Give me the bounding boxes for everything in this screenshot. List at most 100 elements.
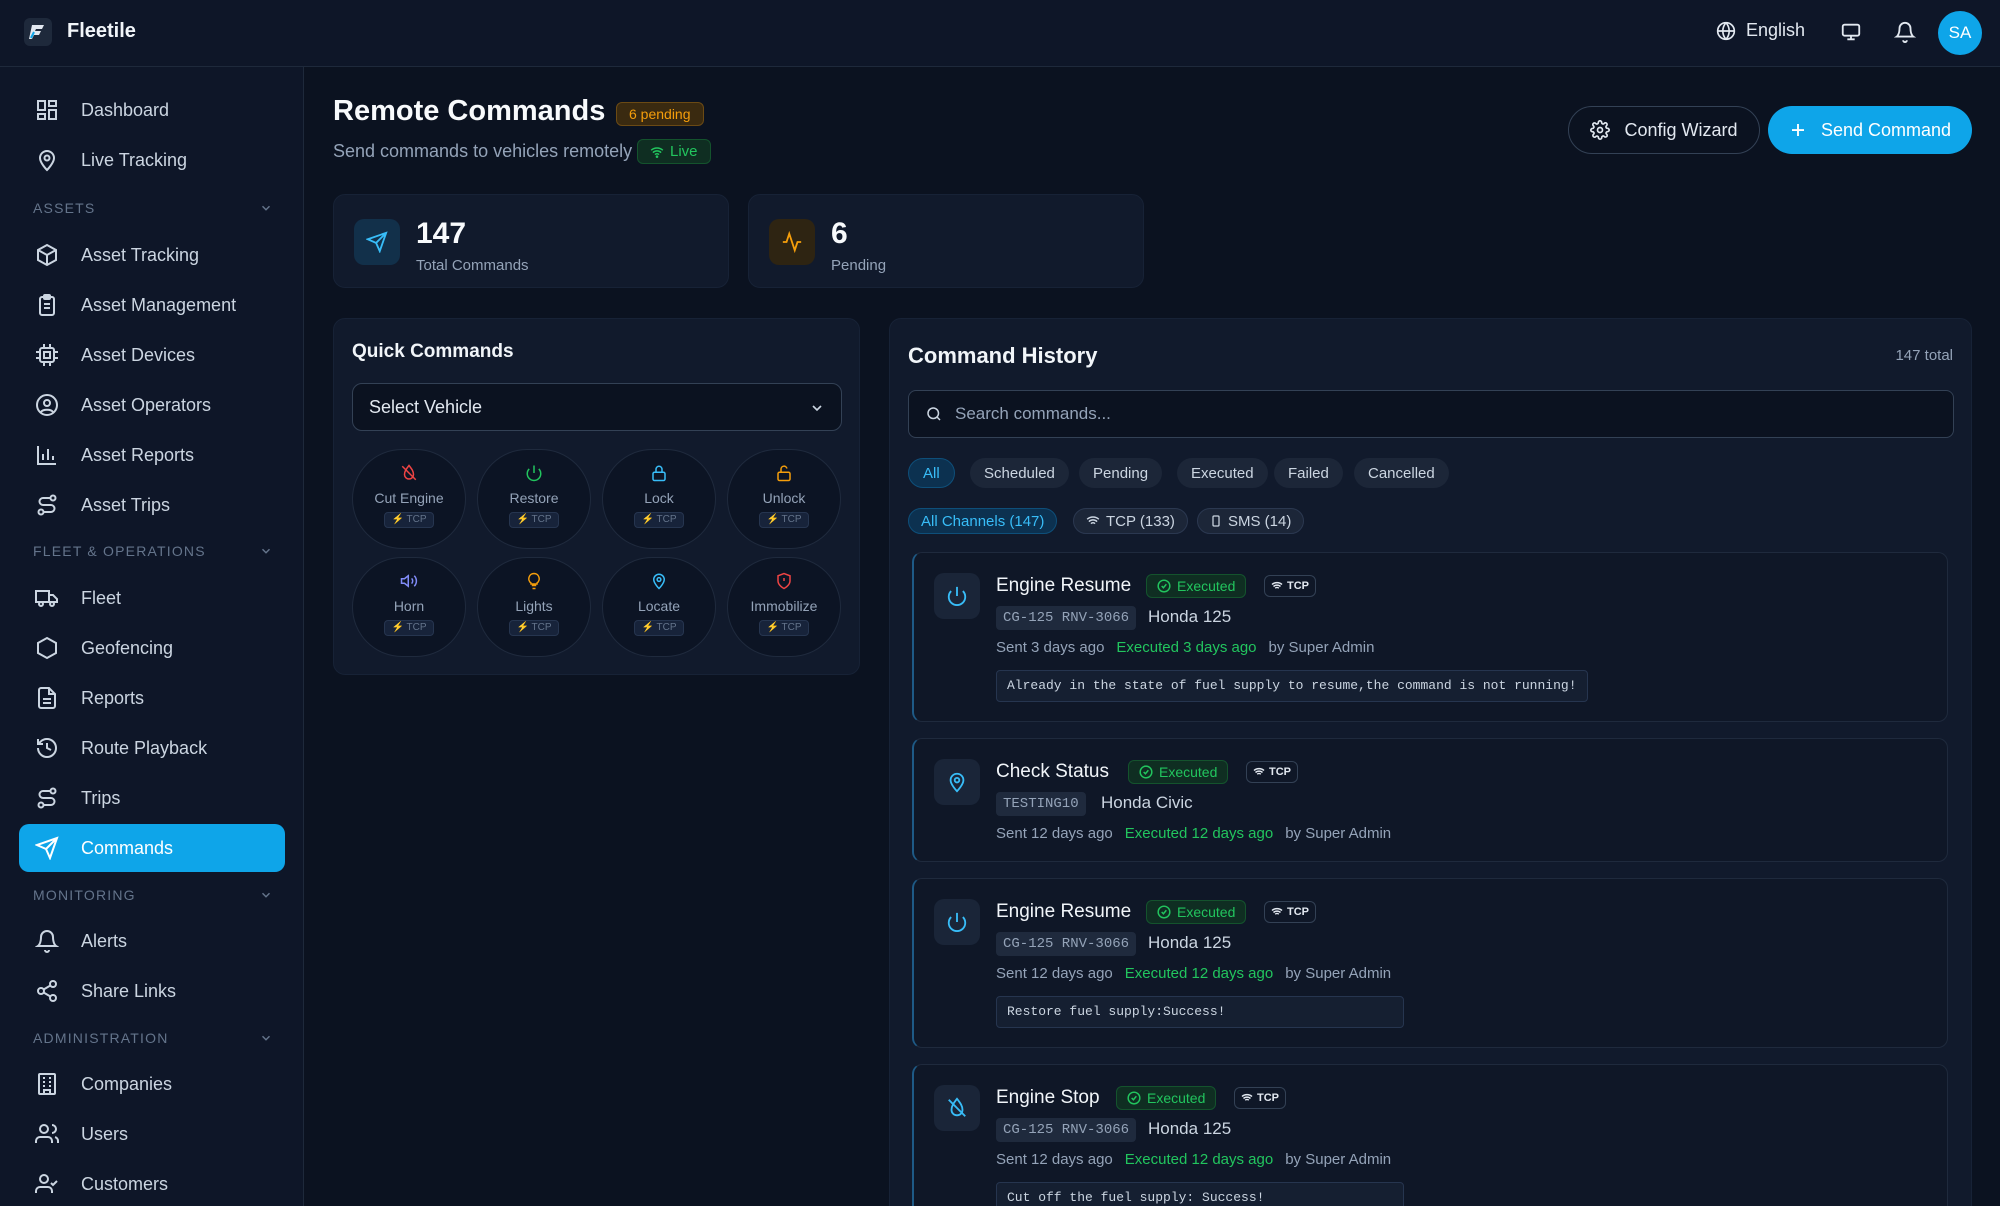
channel-label: TCP (133) — [1106, 512, 1175, 530]
sidebar-item-label: Live Tracking — [81, 149, 188, 170]
sidebar-item-geofencing[interactable]: Geofencing — [19, 624, 285, 672]
command-card[interactable]: Engine Resume Executed TCP CG-125 RNV-30… — [912, 552, 1948, 722]
package-icon — [33, 241, 61, 269]
plate-number: CG-125 RNV-3066 — [996, 932, 1137, 956]
stat-total-commands: 147 Total Commands — [333, 194, 729, 288]
protocol-badge: TCP — [1264, 901, 1316, 923]
vehicle-select[interactable]: Select Vehicle — [352, 383, 842, 431]
config-wizard-button[interactable]: Config Wizard — [1568, 106, 1760, 154]
quick-lock-button[interactable]: Lock ⚡ TCP — [602, 449, 716, 549]
command-card[interactable]: Check Status Executed TCP TESTING10 Hond… — [912, 738, 1948, 862]
protocol-tag: ⚡ TCP — [509, 620, 559, 636]
sidebar-item-label: Alerts — [81, 930, 128, 951]
sidebar-item-route-playback[interactable]: Route Playback — [19, 724, 285, 772]
section-title: ADMINISTRATION — [33, 1030, 169, 1046]
command-title: Engine Resume — [996, 901, 1132, 922]
chevron-down-icon — [259, 1031, 273, 1045]
section-fleet-operations[interactable]: FLEET & OPERATIONS — [33, 543, 273, 559]
filter-failed[interactable]: Failed — [1274, 458, 1343, 488]
search-input[interactable] — [955, 404, 1915, 424]
sidebar-item-asset-operators[interactable]: Asset Operators — [19, 381, 285, 429]
quick-locate-button[interactable]: Locate ⚡ TCP — [602, 557, 716, 657]
status-label: Executed — [1177, 578, 1236, 594]
sidebar-item-fleet[interactable]: Fleet — [19, 574, 285, 622]
sidebar-item-label: Customers — [81, 1173, 169, 1194]
command-title: Check Status — [996, 761, 1109, 782]
channel-tcp[interactable]: TCP (133) — [1073, 508, 1188, 534]
sidebar-item-companies[interactable]: Companies — [19, 1060, 285, 1108]
quick-unlock-button[interactable]: Unlock ⚡ TCP — [727, 449, 841, 549]
sidebar: Dashboard Live Tracking ASSETS Asset Tra… — [0, 67, 304, 1206]
sent-by: by Super Admin — [1285, 1151, 1392, 1168]
filter-scheduled[interactable]: Scheduled — [970, 458, 1069, 488]
filter-executed[interactable]: Executed — [1177, 458, 1268, 488]
language-label: English — [1746, 20, 1806, 40]
sidebar-item-asset-devices[interactable]: Asset Devices — [19, 331, 285, 379]
command-title: Engine Stop — [996, 1087, 1100, 1108]
live-label: Live — [670, 143, 698, 160]
building-icon — [33, 1070, 61, 1098]
sent-by: by Super Admin — [1268, 639, 1375, 656]
sidebar-item-asset-trips[interactable]: Asset Trips — [19, 481, 285, 529]
search-bar[interactable] — [908, 390, 1954, 438]
send-command-button[interactable]: Send Command — [1768, 106, 1972, 154]
command-card[interactable]: Engine Resume Executed TCP CG-125 RNV-30… — [912, 878, 1948, 1048]
avatar[interactable]: SA — [1938, 11, 1982, 55]
vehicle-name: Honda Civic — [1101, 793, 1193, 812]
filter-all[interactable]: All — [908, 458, 955, 488]
sidebar-item-asset-tracking[interactable]: Asset Tracking — [19, 231, 285, 279]
vehicle-name: Honda 125 — [1148, 1119, 1232, 1138]
filter-pending[interactable]: Pending — [1079, 458, 1163, 488]
language-selector[interactable]: English — [1716, 20, 1805, 41]
sidebar-item-asset-management[interactable]: Asset Management — [19, 281, 285, 329]
protocol-badge: TCP — [1234, 1087, 1286, 1109]
command-card[interactable]: Engine Stop Executed TCP CG-125 RNV-3066… — [912, 1064, 1948, 1206]
monitor-icon[interactable] — [1840, 21, 1864, 45]
sidebar-item-users[interactable]: Users — [19, 1110, 285, 1158]
quick-cut-engine-button[interactable]: Cut Engine ⚡ TCP — [352, 449, 466, 549]
sidebar-item-commands[interactable]: Commands — [19, 824, 285, 872]
status-badge: Executed — [1146, 900, 1247, 924]
wifi-icon — [1271, 906, 1283, 918]
sidebar-item-live-tracking[interactable]: Live Tracking — [19, 136, 285, 184]
unlock-icon — [775, 464, 793, 482]
chevron-down-icon — [259, 544, 273, 558]
sidebar-item-share-links[interactable]: Share Links — [19, 967, 285, 1015]
quick-command-label: Lights — [515, 598, 553, 614]
lightbulb-icon — [525, 572, 543, 590]
fleetile-logo[interactable] — [24, 18, 52, 46]
sidebar-item-reports[interactable]: Reports — [19, 674, 285, 722]
quick-command-label: Lock — [644, 490, 674, 506]
lock-icon — [650, 464, 668, 482]
sidebar-item-asset-reports[interactable]: Asset Reports — [19, 431, 285, 479]
page-subtitle: Send commands to vehicles remotely — [333, 141, 633, 161]
section-monitoring[interactable]: MONITORING — [33, 887, 273, 903]
quick-lights-button[interactable]: Lights ⚡ TCP — [477, 557, 591, 657]
filter-cancelled[interactable]: Cancelled — [1354, 458, 1449, 488]
channel-all[interactable]: All Channels (147) — [908, 508, 1058, 534]
shield-icon — [775, 572, 793, 590]
quick-immobilize-button[interactable]: Immobilize ⚡ TCP — [727, 557, 841, 657]
sidebar-item-dashboard[interactable]: Dashboard — [19, 86, 285, 134]
channel-sms[interactable]: SMS (14) — [1197, 508, 1305, 534]
sidebar-item-label: Asset Trips — [81, 494, 171, 515]
command-history-panel: Command History 147 total All Scheduled … — [889, 318, 1972, 1206]
sidebar-item-trips[interactable]: Trips — [19, 774, 285, 822]
plus-icon — [1789, 121, 1807, 139]
quick-horn-button[interactable]: Horn ⚡ TCP — [352, 557, 466, 657]
main-content: Remote Commands 6 pending Send commands … — [305, 67, 2000, 1206]
sidebar-item-customers[interactable]: Customers — [19, 1160, 285, 1206]
quick-command-label: Unlock — [762, 490, 806, 506]
vehicle-name: Honda 125 — [1148, 607, 1232, 626]
status-badge: Executed — [1146, 574, 1247, 598]
select-value: Select Vehicle — [369, 396, 483, 417]
command-meta: Sent 12 days ago Executed 12 days ago by… — [996, 1151, 1391, 1168]
sidebar-item-alerts[interactable]: Alerts — [19, 917, 285, 965]
map-pin-icon — [33, 146, 61, 174]
quick-restore-button[interactable]: Restore ⚡ TCP — [477, 449, 591, 549]
section-administration[interactable]: ADMINISTRATION — [33, 1030, 273, 1046]
section-assets[interactable]: ASSETS — [33, 200, 273, 216]
protocol-label: TCP — [1269, 766, 1291, 778]
sent-time: Sent 12 days ago — [996, 825, 1113, 842]
bell-icon[interactable] — [1894, 21, 1918, 45]
